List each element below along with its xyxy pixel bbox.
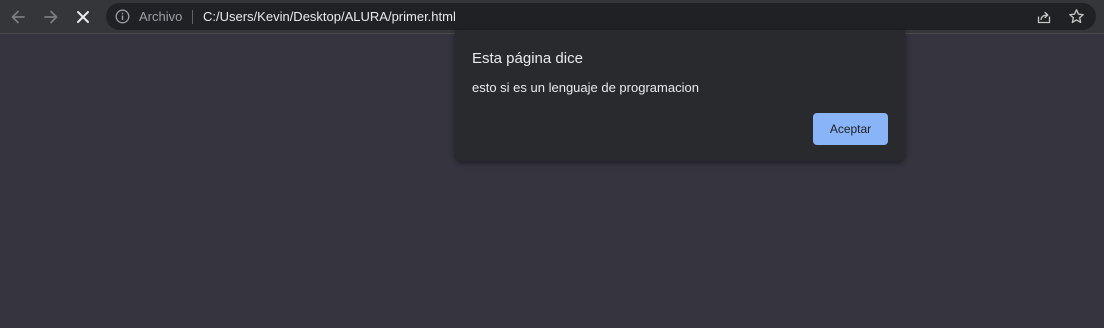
dialog-message: esto si es un lenguaje de programacion — [472, 80, 699, 95]
url-text[interactable]: C:/Users/Kevin/Desktop/ALURA/primer.html — [203, 9, 456, 24]
accept-button[interactable]: Aceptar — [813, 113, 888, 145]
browser-toolbar: Archivo C:/Users/Kevin/Desktop/ALURA/pri… — [0, 0, 1104, 34]
star-icon[interactable] — [1068, 8, 1085, 25]
omnibox-divider — [192, 10, 193, 24]
share-icon[interactable] — [1036, 9, 1052, 25]
forward-button[interactable] — [39, 5, 63, 29]
info-icon[interactable] — [115, 9, 130, 24]
arrow-right-icon — [44, 10, 58, 24]
alert-dialog: Esta página dice esto si es un lenguaje … — [455, 30, 905, 161]
address-bar[interactable]: Archivo C:/Users/Kevin/Desktop/ALURA/pri… — [106, 3, 1096, 30]
dialog-title: Esta página dice — [472, 50, 583, 67]
close-icon — [77, 11, 89, 23]
scheme-label: Archivo — [139, 9, 183, 24]
arrow-left-icon — [11, 10, 25, 24]
back-button[interactable] — [6, 5, 30, 29]
stop-loading-button[interactable] — [71, 5, 95, 29]
